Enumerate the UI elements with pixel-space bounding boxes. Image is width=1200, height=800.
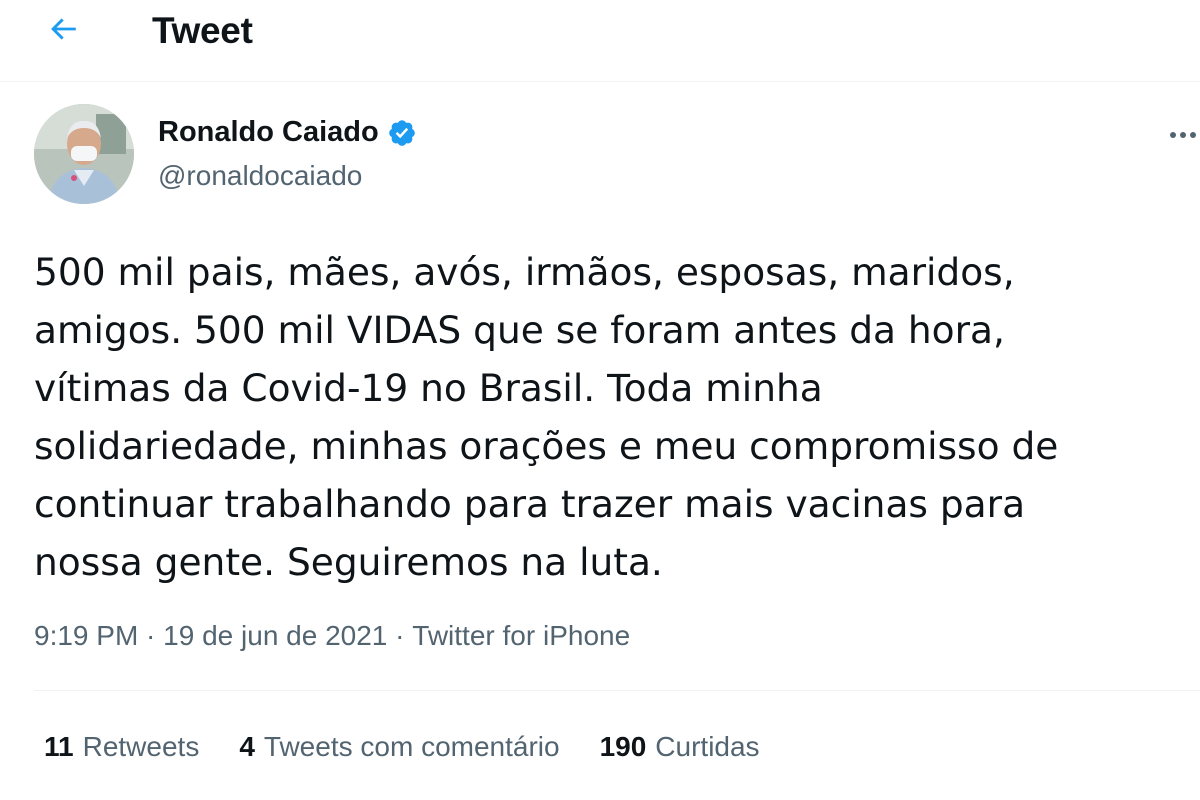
page-header: Tweet [0, 0, 1200, 82]
arrow-left-icon [51, 18, 76, 40]
retweets-label: Retweets [82, 731, 200, 762]
tweet-date[interactable]: 19 de jun de 2021 [163, 620, 387, 652]
back-button[interactable] [40, 6, 86, 52]
meta-separator: · [138, 620, 164, 651]
page-title: Tweet [152, 10, 253, 51]
retweets-stat[interactable]: 11 Retweets [44, 731, 199, 763]
tweet-meta: 9:19 PM · 19 de jun de 2021 · Twitter fo… [34, 620, 630, 652]
author-name[interactable]: Ronaldo Caiado [158, 116, 379, 149]
likes-label: Curtidas [655, 731, 760, 762]
verified-badge-icon [388, 119, 415, 146]
author-name-row: Ronaldo Caiado [158, 116, 417, 149]
meta-separator: · [387, 620, 413, 651]
author-handle[interactable]: @ronaldocaiado [158, 160, 362, 192]
tweet-time[interactable]: 9:19 PM [34, 620, 138, 652]
retweets-count: 11 [44, 731, 74, 762]
tweet-stats: 11 Retweets 4 Tweets com comentário 190 … [44, 731, 760, 763]
more-options-button[interactable] [1160, 118, 1200, 152]
quote-tweets-stat[interactable]: 4 Tweets com comentário [239, 731, 559, 763]
avatar-image [34, 104, 134, 204]
quote-tweets-count: 4 [239, 731, 255, 762]
quote-tweets-label: Tweets com comentário [263, 731, 560, 762]
avatar[interactable] [34, 104, 134, 204]
more-horizontal-icon [1170, 132, 1196, 138]
likes-stat[interactable]: 190 Curtidas [600, 731, 760, 763]
likes-count: 190 [599, 731, 647, 762]
divider [34, 690, 1200, 691]
tweet-detail-page: Tweet Ronaldo Caiado @ronaldocaiado 500 [0, 0, 1200, 800]
tweet-text: 500 mil pais, mães, avós, irmãos, esposa… [34, 250, 1059, 584]
tweet-source[interactable]: Twitter for iPhone [412, 620, 630, 652]
